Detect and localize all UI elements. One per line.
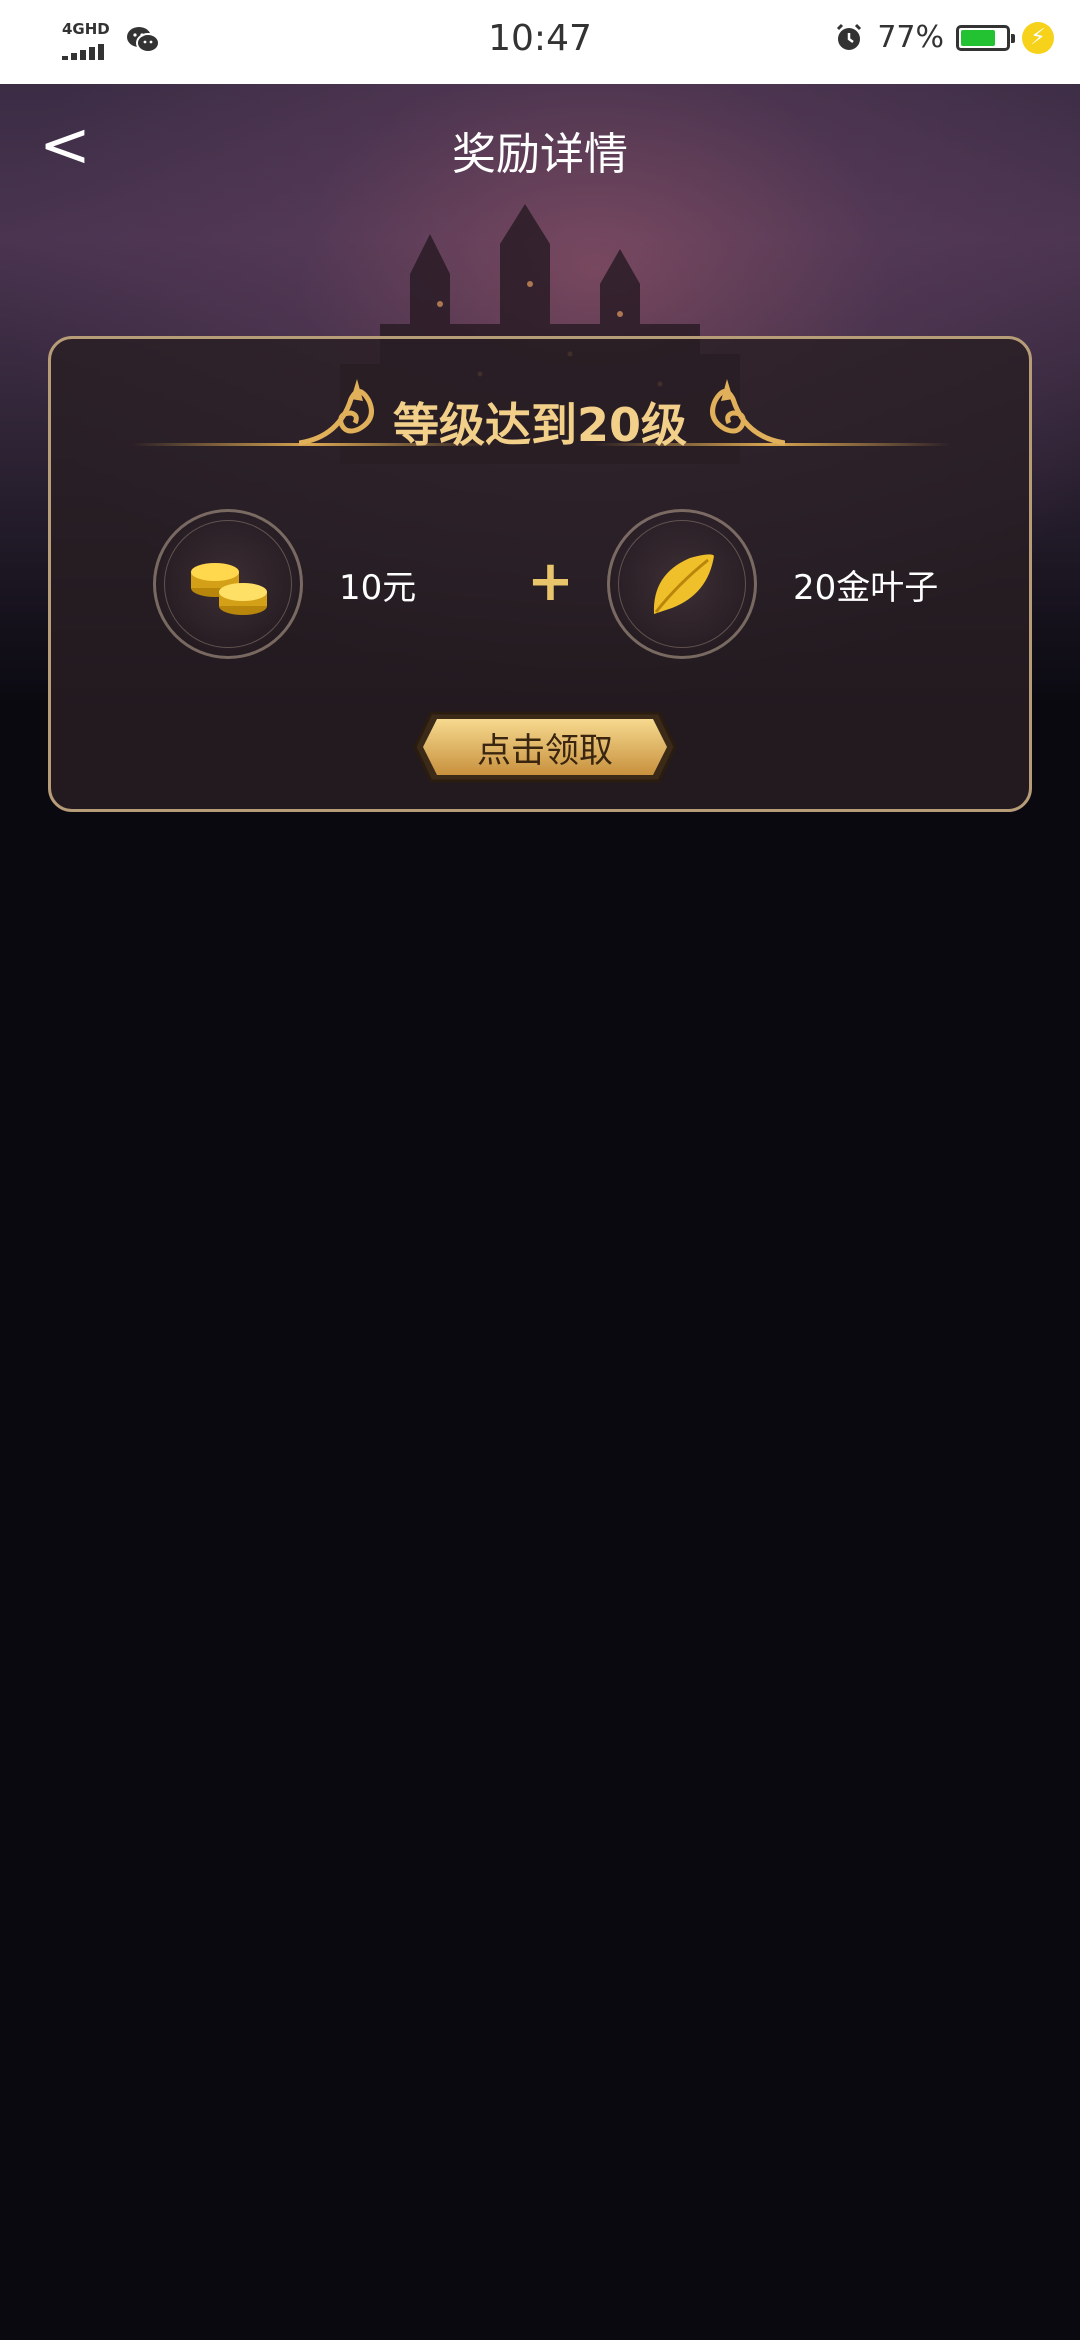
gold-leaf-icon <box>653 554 714 614</box>
battery-percent: 77% <box>877 20 944 55</box>
plus-separator: + <box>527 549 574 614</box>
gold-coins-icon <box>191 563 267 615</box>
claim-button-label: 点击领取 <box>477 730 613 771</box>
reward-card: 等级达到20级 10元 + 20金叶子 点击领取 <box>48 336 1032 812</box>
reward-ring <box>607 509 757 659</box>
alarm-icon <box>837 23 862 50</box>
reward-item-money: 10元 <box>153 509 416 659</box>
reward-label: 20金叶子 <box>793 567 939 608</box>
battery-icon <box>956 24 1015 51</box>
reward-ring <box>153 509 303 659</box>
ornament-right-icon <box>710 379 785 446</box>
status-right: 77% ⚡ <box>833 20 1054 55</box>
battery-fill <box>961 29 995 46</box>
reward-item-gold-leaf: 20金叶子 <box>607 509 938 659</box>
page-title: 奖励详情 <box>452 129 628 180</box>
claim-button[interactable]: 点击领取 <box>413 711 677 783</box>
reward-title: 等级达到20级 <box>392 398 687 452</box>
status-bar: 4GHD 10:47 77% ⚡ <box>0 0 1080 84</box>
reward-label: 10元 <box>339 567 417 608</box>
charging-icon: ⚡ <box>1022 21 1054 54</box>
